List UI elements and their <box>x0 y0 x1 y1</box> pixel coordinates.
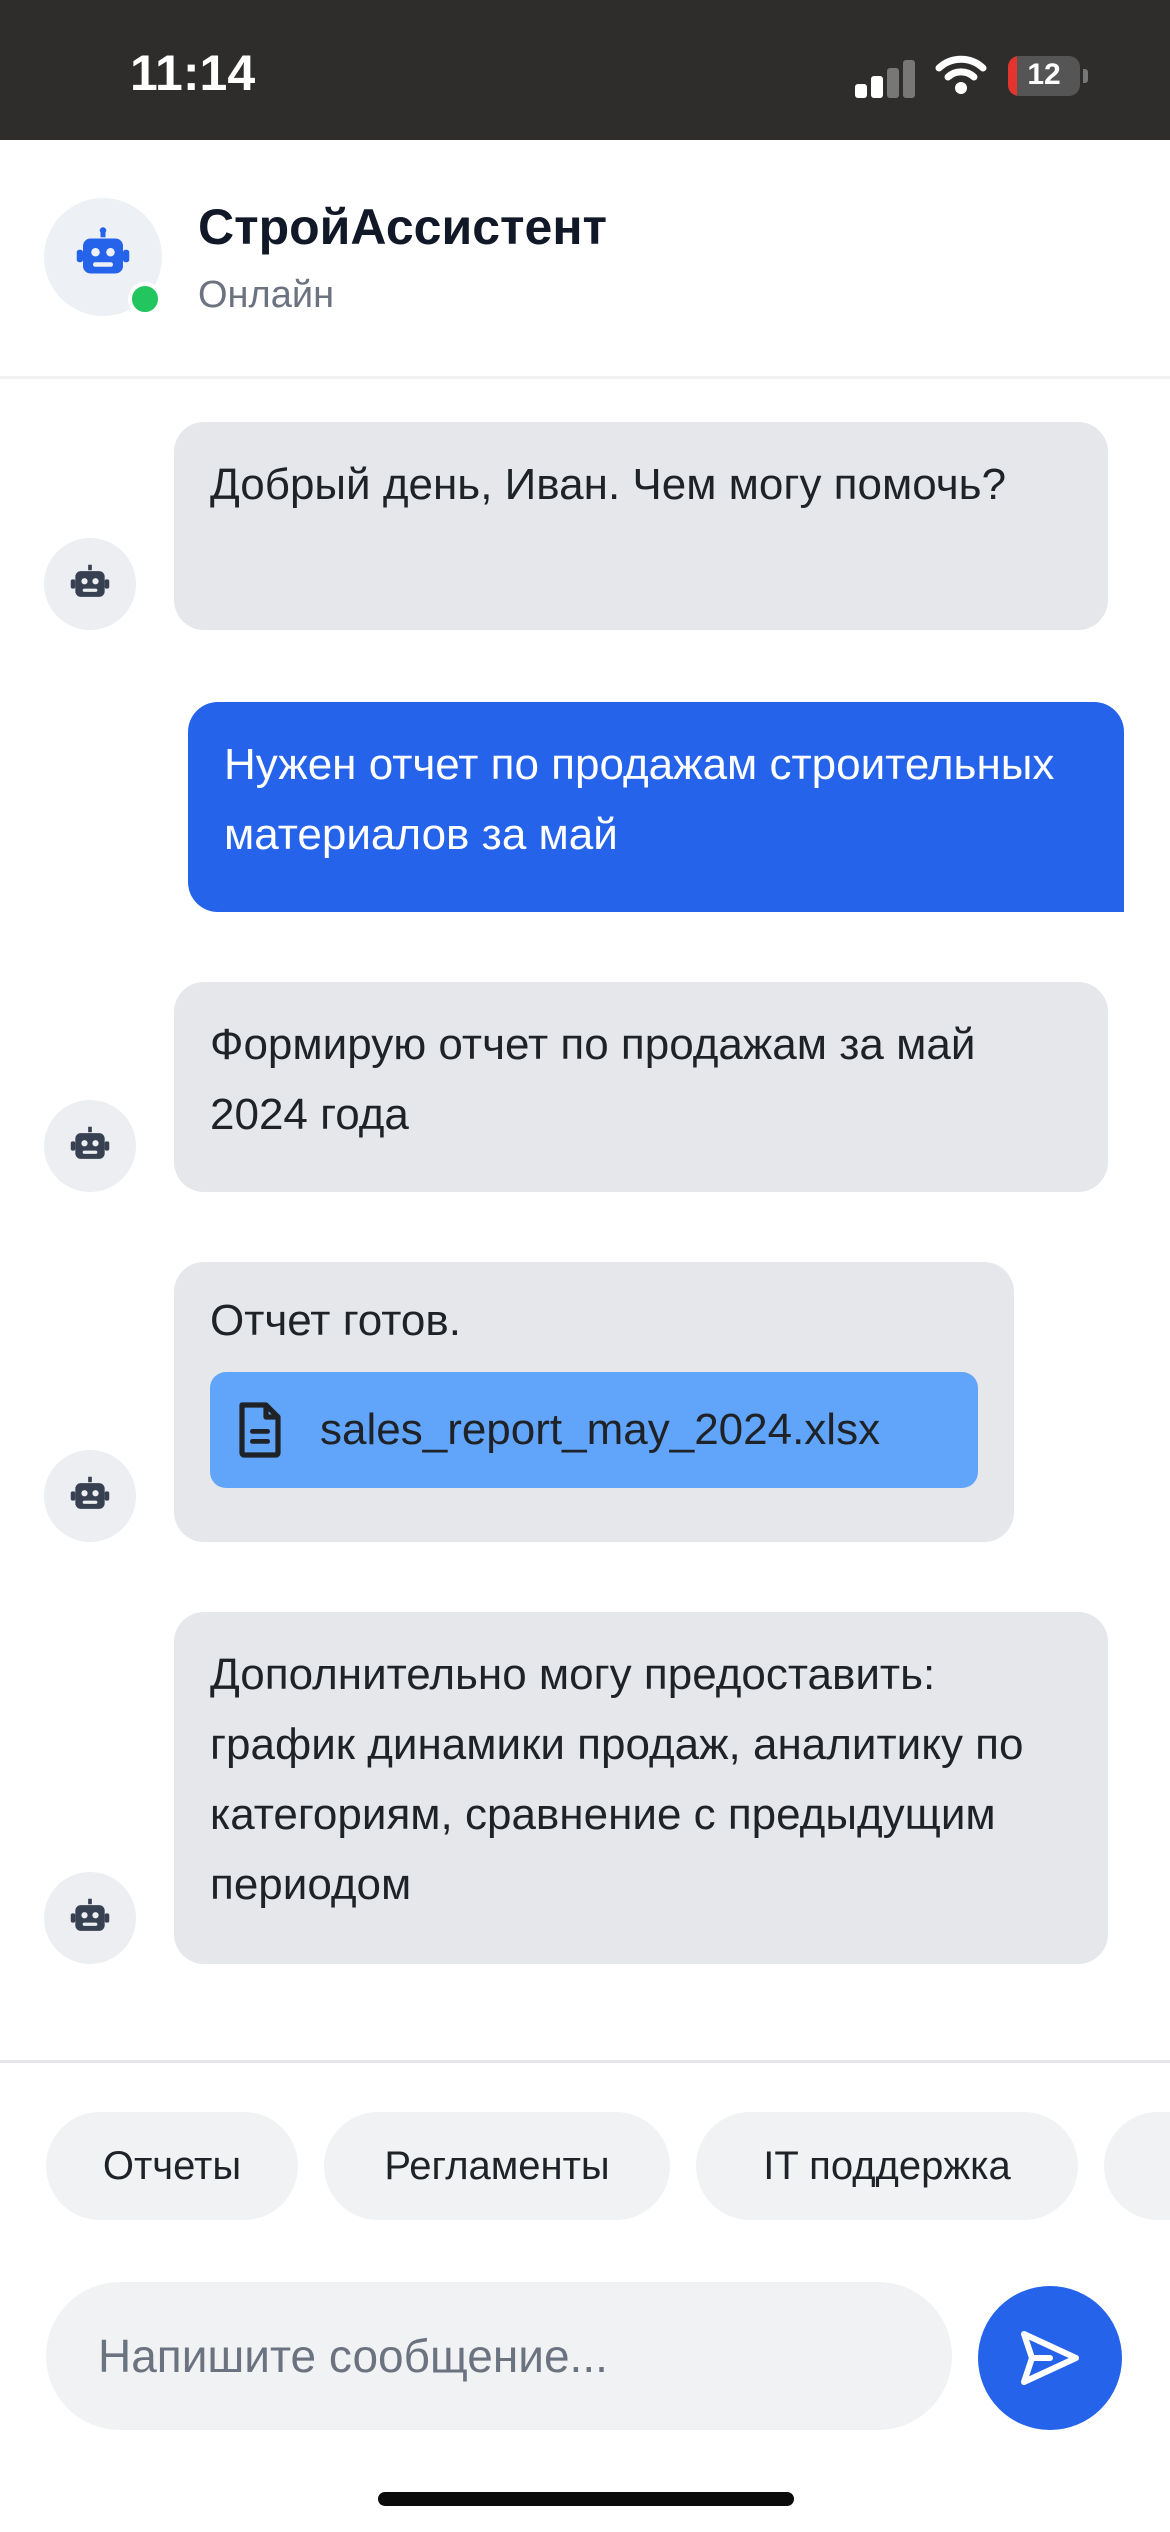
chat-status: Онлайн <box>198 274 335 316</box>
battery-percentage: 12 <box>1027 58 1061 91</box>
status-bar: 11:14 12 <box>0 0 1170 140</box>
message-input[interactable]: Напишите сообщение... <box>46 2282 952 2430</box>
battery-icon: 12 <box>1008 56 1088 96</box>
bot-message: Добрый день, Иван. Чем могу помочь? <box>174 422 1108 630</box>
file-attachment[interactable]: sales_report_may_2024.xlsx <box>210 1372 978 1488</box>
bot-message: Формирую отчет по продажам за май 2024 г… <box>174 982 1108 1192</box>
robot-icon <box>70 1126 110 1159</box>
robot-icon <box>76 227 130 274</box>
home-indicator[interactable] <box>378 2492 794 2506</box>
chat-title: СтройАссистент <box>198 199 608 255</box>
send-button[interactable] <box>978 2286 1122 2430</box>
quick-reply-reports[interactable]: Отчеты <box>46 2112 298 2220</box>
bot-avatar <box>44 1872 136 1964</box>
status-time: 11:14 <box>130 45 256 101</box>
user-message: Нужен отчет по продажам строительных мат… <box>188 702 1124 912</box>
attachment-filename: sales_report_may_2024.xlsx <box>320 1405 881 1454</box>
quick-reply-regulations[interactable]: Регламенты <box>324 2112 670 2220</box>
cellular-signal-icon <box>855 58 915 98</box>
bot-avatar <box>44 1100 136 1192</box>
file-icon <box>239 1402 281 1458</box>
robot-icon <box>70 1476 110 1509</box>
message-text: Отчет готов. <box>210 1296 462 1345</box>
bot-message: Дополнительно могу предоставить: график … <box>174 1612 1108 1964</box>
online-indicator <box>128 282 162 316</box>
bot-avatar <box>44 538 136 630</box>
wifi-icon <box>935 52 987 96</box>
quick-replies: Отчеты Регламенты IT поддержка <box>0 2112 1170 2222</box>
footer-divider <box>0 2060 1170 2063</box>
quick-reply-more[interactable] <box>1104 2112 1170 2220</box>
chat-header: СтройАссистент Онлайн <box>0 140 1170 379</box>
bot-avatar <box>44 1450 136 1542</box>
send-icon <box>1021 2331 1079 2385</box>
quick-reply-it-support[interactable]: IT поддержка <box>696 2112 1078 2220</box>
robot-icon <box>70 564 110 597</box>
robot-icon <box>70 1898 110 1931</box>
bot-message-with-attachment: Отчет готов. sales_report_may_2024.xlsx <box>174 1262 1014 1542</box>
